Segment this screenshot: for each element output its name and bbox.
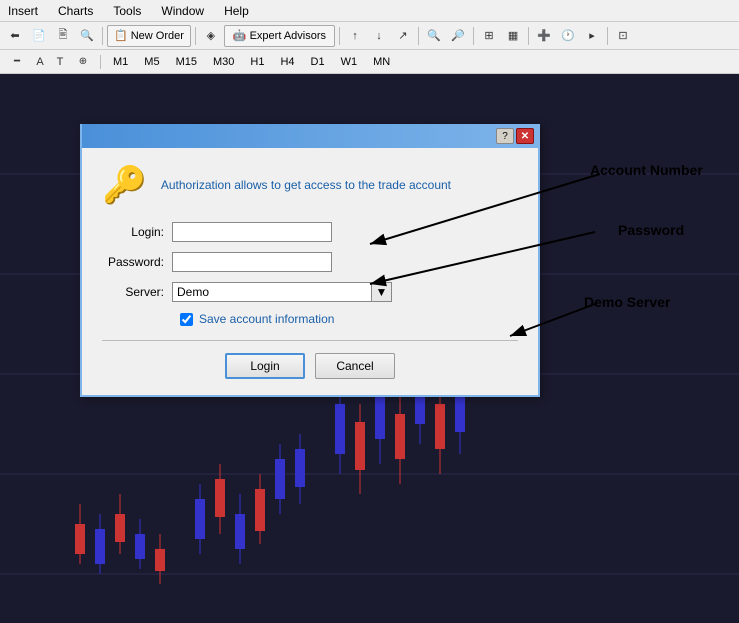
toolbar-arrow-btn[interactable]: ↗ <box>392 25 414 47</box>
new-order-label: New Order <box>131 30 184 42</box>
login-row: Login: <box>102 222 518 242</box>
timebar-line-btn[interactable]: ━ <box>6 51 28 73</box>
toolbar-sep-6 <box>528 27 529 45</box>
toolbar-plus-btn[interactable]: ➕ <box>533 25 555 47</box>
toolbar-grid-btn[interactable]: ⊞ <box>478 25 500 47</box>
menu-charts[interactable]: Charts <box>54 2 97 20</box>
toolbar-down-btn[interactable]: ↓ <box>368 25 390 47</box>
timebar-t-btn[interactable]: T <box>52 51 68 73</box>
toolbar-chevron-btn[interactable]: ▸ <box>581 25 603 47</box>
login-label: Login: <box>102 225 172 239</box>
toolbar-zoom-in[interactable]: 🔍 <box>423 25 445 47</box>
timebar-m30[interactable]: M30 <box>207 54 240 70</box>
dialog-header: 🔑 Authorization allows to get access to … <box>102 164 518 206</box>
toolbar-sep-1 <box>102 27 103 45</box>
chevron-down-icon: ▼ <box>376 285 388 299</box>
new-order-button[interactable]: 📋 New Order <box>107 25 191 47</box>
timebar-w1[interactable]: W1 <box>335 54 364 70</box>
toolbar-btn-4[interactable]: 🔍 <box>76 25 98 47</box>
server-label: Server: <box>102 285 172 299</box>
server-dropdown-button[interactable]: ▼ <box>372 282 392 302</box>
checkbox-label: Save account information <box>199 312 334 326</box>
timebar-text-btn[interactable]: A <box>32 51 48 73</box>
menu-insert[interactable]: Insert <box>4 2 42 20</box>
toolbar: ⬅ 📄 🖹 🔍 📋 New Order ◈ 🤖 Expert Advisors … <box>0 22 739 50</box>
dialog-help-button[interactable]: ? <box>496 128 514 144</box>
annotation-demo-server: Demo Server <box>584 294 670 310</box>
toolbar-up-btn[interactable]: ↑ <box>344 25 366 47</box>
menubar: Insert Charts Tools Window Help <box>0 0 739 22</box>
toolbar-sep-4 <box>418 27 419 45</box>
toolbar-sep-7 <box>607 27 608 45</box>
new-order-icon: 📋 <box>114 29 128 42</box>
cancel-button[interactable]: Cancel <box>315 353 395 379</box>
toolbar-btn-1[interactable]: ⬅ <box>4 25 26 47</box>
checkbox-row: Save account information <box>180 312 518 326</box>
key-icon: 🔑 <box>102 164 147 206</box>
annotation-account-number: Account Number <box>590 162 703 178</box>
toolbar-chart-btn[interactable]: ◈ <box>200 25 222 47</box>
expert-label: Expert Advisors <box>250 30 326 42</box>
dialog-close-button[interactable]: ✕ <box>516 128 534 144</box>
menu-tools[interactable]: Tools <box>109 2 145 20</box>
toolbar-sep-5 <box>473 27 474 45</box>
toolbar-bar-btn[interactable]: ▦ <box>502 25 524 47</box>
toolbar-zoom-out[interactable]: 🔎 <box>447 25 469 47</box>
dialog-footer: Login Cancel <box>102 353 518 383</box>
login-input[interactable] <box>172 222 332 242</box>
password-input[interactable] <box>172 252 332 272</box>
expert-advisors-button[interactable]: 🤖 Expert Advisors <box>224 25 335 47</box>
expert-icon: 🤖 <box>233 29 247 42</box>
server-row: Server: ▼ <box>102 282 518 302</box>
toolbar-misc-btn[interactable]: ⊡ <box>612 25 634 47</box>
timebar-m1[interactable]: M1 <box>107 54 134 70</box>
toolbar-btn-3[interactable]: 🖹 <box>52 25 74 47</box>
login-button[interactable]: Login <box>225 353 305 379</box>
timebar: ━ A T ⊕ M1 M5 M15 M30 H1 H4 D1 W1 MN <box>0 50 739 74</box>
timebar-sep-1 <box>100 55 101 69</box>
timebar-d1[interactable]: D1 <box>305 54 331 70</box>
toolbar-sep-3 <box>339 27 340 45</box>
dialog-header-text: Authorization allows to get access to th… <box>161 178 451 192</box>
dialog-separator <box>102 340 518 341</box>
main-chart-area: ? ✕ 🔑 Authorization allows to get access… <box>0 74 739 623</box>
toolbar-btn-2[interactable]: 📄 <box>28 25 50 47</box>
server-input[interactable] <box>172 282 372 302</box>
menu-help[interactable]: Help <box>220 2 253 20</box>
timebar-mn[interactable]: MN <box>367 54 396 70</box>
password-label: Password: <box>102 255 172 269</box>
login-dialog: ? ✕ 🔑 Authorization allows to get access… <box>80 124 540 397</box>
password-row: Password: <box>102 252 518 272</box>
timebar-m15[interactable]: M15 <box>170 54 203 70</box>
timebar-h1[interactable]: H1 <box>244 54 270 70</box>
server-select-wrap: ▼ <box>172 282 392 302</box>
dialog-body: 🔑 Authorization allows to get access to … <box>82 148 538 395</box>
toolbar-sep-2 <box>195 27 196 45</box>
timebar-h4[interactable]: H4 <box>274 54 300 70</box>
timebar-m5[interactable]: M5 <box>138 54 165 70</box>
annotation-password: Password <box>618 222 684 238</box>
timebar-cursor-btn[interactable]: ⊕ <box>72 51 94 73</box>
menu-window[interactable]: Window <box>157 2 208 20</box>
dialog-titlebar: ? ✕ <box>82 124 538 148</box>
toolbar-clock-btn[interactable]: 🕐 <box>557 25 579 47</box>
save-info-checkbox[interactable] <box>180 313 193 326</box>
